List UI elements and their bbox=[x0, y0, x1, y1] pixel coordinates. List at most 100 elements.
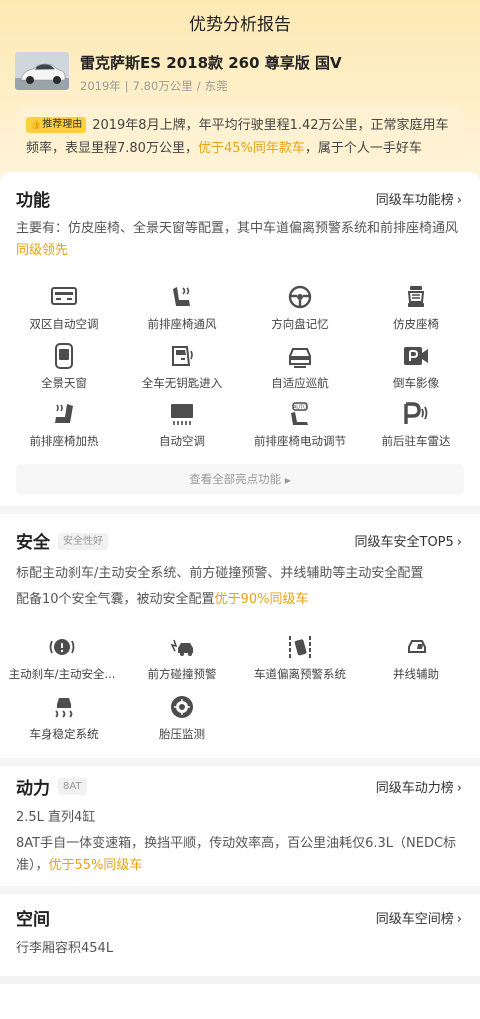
safety-rank-label: 同级车安全TOP5 bbox=[354, 535, 454, 550]
feature-label: 前方碰撞预警 bbox=[147, 667, 217, 681]
functions-title: 功能 bbox=[16, 191, 50, 211]
thumbs-up-icon: 👍 bbox=[30, 120, 42, 130]
feature-label: 前排座椅加热 bbox=[29, 434, 99, 448]
feature-item[interactable]: 方向盘记忆 bbox=[240, 284, 360, 340]
feature-label: 全车无钥匙进入 bbox=[141, 376, 223, 390]
svg-text:AUTO: AUTO bbox=[293, 405, 307, 411]
feature-label: 前后驻车雷达 bbox=[381, 434, 451, 448]
feature-label: 全景天窗 bbox=[41, 376, 87, 390]
car-city: 东莞 bbox=[204, 79, 228, 93]
section-divider bbox=[0, 886, 480, 894]
recommendation-box: 👍推荐理由 2019年8月上牌，年平均行驶里程1.42万公里，正常家庭用车频率，表… bbox=[16, 106, 464, 158]
lane-departure-icon bbox=[289, 636, 311, 658]
feature-label: 自动空调 bbox=[159, 434, 205, 448]
feature-label: 自适应巡航 bbox=[271, 376, 329, 390]
feature-label: 方向盘记忆 bbox=[271, 317, 329, 331]
space-rank-link[interactable]: 同级车空间榜 › bbox=[376, 908, 462, 927]
rear-camera-icon bbox=[404, 347, 428, 365]
feature-item[interactable]: 胎压监测 bbox=[122, 694, 242, 750]
power-card: 动力 8AT 同级车动力榜 › 2.5L 直列4缸 8AT手自一体变速箱，换挡平顺… bbox=[0, 766, 480, 886]
car-meta: 2019年 | 7.80万公里 / 东莞 bbox=[80, 79, 228, 93]
space-desc: 行李厢容积454L bbox=[16, 941, 114, 956]
space-title: 空间 bbox=[16, 910, 50, 930]
feature-label: 前排座椅通风 bbox=[147, 317, 217, 331]
feature-item[interactable]: 并线辅助 bbox=[356, 634, 476, 690]
safety-desc-line2: 配备10个安全气囊，被动安全配置 bbox=[16, 592, 215, 607]
blind-spot-icon bbox=[408, 640, 426, 653]
safety-row: 主动刹车/主动安全... 前方碰撞预警 车道偏离预警系统 并线辅助 bbox=[0, 634, 480, 690]
car-title: 雷克萨斯ES 2018款 260 尊享版 国V bbox=[80, 54, 342, 72]
feature-label: 车身稳定系统 bbox=[29, 727, 99, 741]
recommend-tag: 👍推荐理由 bbox=[26, 117, 87, 133]
car-year: 2019年 bbox=[80, 79, 121, 93]
chevron-right-icon: › bbox=[456, 193, 462, 208]
feature-item[interactable]: 前排座椅通风 bbox=[122, 284, 242, 340]
power-seat-icon: AUTO bbox=[291, 402, 308, 425]
feature-label: 胎压监测 bbox=[159, 727, 205, 741]
feature-label: 双区自动空调 bbox=[29, 317, 99, 331]
functions-desc-highlight: 同级领先 bbox=[16, 243, 69, 258]
keyless-entry-icon bbox=[172, 346, 193, 366]
tire-pressure-icon bbox=[171, 696, 193, 718]
feature-item[interactable]: 自动空调 bbox=[122, 401, 242, 457]
safety-desc-highlight: 优于90%同级车 bbox=[214, 592, 309, 607]
feature-item[interactable]: 车身稳定系统 bbox=[4, 694, 124, 750]
dual-zone-ac-icon bbox=[51, 287, 77, 305]
feature-item[interactable]: 仿皮座椅 bbox=[356, 284, 476, 340]
power-badge: 8AT bbox=[58, 778, 87, 795]
car-mileage: 7.80万公里 bbox=[132, 79, 193, 93]
view-all-features-button[interactable]: 查看全部亮点功能 ▶ bbox=[16, 464, 464, 494]
collision-warning-icon bbox=[170, 639, 193, 656]
safety-row: 车身稳定系统 胎压监测 bbox=[0, 694, 480, 750]
power-title: 动力 bbox=[16, 779, 50, 799]
car-thumbnail[interactable] bbox=[15, 52, 69, 90]
feature-item[interactable]: 主动刹车/主动安全... bbox=[2, 634, 122, 690]
feature-item[interactable]: AUTO 前排座椅电动调节 bbox=[240, 401, 360, 457]
section-divider bbox=[0, 976, 480, 984]
feature-label: 倒车影像 bbox=[393, 376, 439, 390]
auto-ac-icon bbox=[171, 404, 193, 425]
feature-item[interactable]: 全景天窗 bbox=[4, 343, 124, 399]
functions-row: 前排座椅加热 自动空调 AUTO 前排座椅电动调节 前后驻车雷达 bbox=[0, 401, 480, 457]
feature-item[interactable]: 车道偏离预警系统 bbox=[240, 634, 360, 690]
functions-rank-link[interactable]: 同级车功能榜 › bbox=[376, 189, 462, 208]
adaptive-cruise-icon bbox=[289, 348, 311, 368]
leather-seat-icon bbox=[407, 286, 425, 307]
functions-rank-label: 同级车功能榜 bbox=[375, 193, 454, 208]
feature-item[interactable]: 双区自动空调 bbox=[4, 284, 124, 340]
parking-radar-icon bbox=[404, 402, 428, 424]
feature-item[interactable]: 前排座椅加热 bbox=[4, 401, 124, 457]
seat-ventilation-icon bbox=[173, 287, 190, 306]
feature-item[interactable]: 倒车影像 bbox=[356, 343, 476, 399]
feature-label: 并线辅助 bbox=[393, 667, 439, 681]
safety-rank-link[interactable]: 同级车安全TOP5 › bbox=[355, 531, 463, 550]
section-divider bbox=[0, 506, 480, 514]
car-image-icon bbox=[15, 52, 69, 90]
feature-item[interactable]: 前后驻车雷达 bbox=[356, 401, 476, 457]
functions-card: 功能 同级车功能榜 › 主要有：仿皮座椅、全景天窗等配置，其中车道偏离预警系统和前… bbox=[0, 172, 480, 506]
feature-label: 仿皮座椅 bbox=[393, 317, 439, 331]
feature-item[interactable]: 全车无钥匙进入 bbox=[122, 343, 242, 399]
feature-label: 主动刹车/主动安全... bbox=[8, 667, 116, 681]
space-rank-label: 同级车空间榜 bbox=[375, 912, 454, 927]
power-rank-label: 同级车动力榜 bbox=[375, 781, 454, 796]
safety-title: 安全 bbox=[16, 533, 50, 553]
power-desc-highlight: 优于55%同级车 bbox=[48, 858, 143, 873]
feature-item[interactable]: 前方碰撞预警 bbox=[122, 634, 242, 690]
safety-card: 安全 安全性好 同级车安全TOP5 › 标配主动刹车/主动安全系统、前方碰撞预警、… bbox=[0, 514, 480, 758]
caret-right-icon: ▶ bbox=[284, 476, 291, 485]
recommend-tag-label: 推荐理由 bbox=[42, 119, 83, 130]
safety-badge: 安全性好 bbox=[58, 533, 108, 550]
power-desc: 8AT手自一体变速箱，换挡平顺，传动效率高，百公里油耗仅6.3L（NEDC标准）… bbox=[16, 833, 468, 877]
reason-highlight: 优于45%同年款车 bbox=[197, 141, 305, 156]
page-title: 优势分析报告 bbox=[189, 15, 291, 35]
reason-text-end: ，属于个人一手好车 bbox=[304, 141, 422, 156]
space-card: 空间 同级车空间榜 › 行李厢容积454L bbox=[0, 894, 480, 976]
feature-item[interactable]: 自适应巡航 bbox=[240, 343, 360, 399]
feature-label: 车道偏离预警系统 bbox=[254, 667, 346, 681]
view-all-label: 查看全部亮点功能 bbox=[189, 472, 282, 486]
functions-row: 双区自动空调 前排座椅通风 方向盘记忆 仿皮座椅 bbox=[0, 284, 480, 340]
power-rank-link[interactable]: 同级车动力榜 › bbox=[376, 777, 462, 796]
seat-heating-icon bbox=[55, 404, 73, 423]
chevron-right-icon: › bbox=[456, 535, 462, 550]
